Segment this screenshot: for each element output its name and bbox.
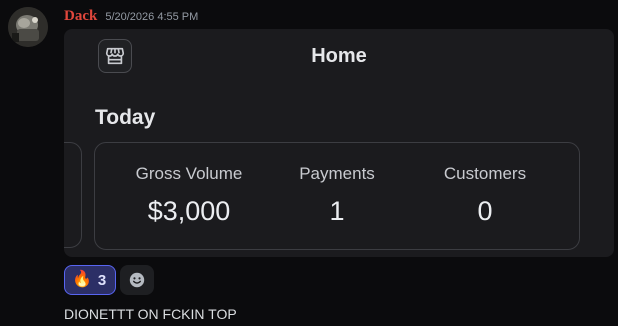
chat-message: Dack 5/20/2026 4:55 PM Home Today Gross … bbox=[0, 0, 618, 326]
username[interactable]: Dack bbox=[64, 8, 97, 25]
embed-title: Home bbox=[64, 45, 614, 68]
avatar[interactable] bbox=[8, 7, 48, 47]
avatar-image bbox=[8, 7, 48, 47]
embed-title-text: Home bbox=[311, 45, 367, 67]
stat-value: 1 bbox=[329, 196, 345, 226]
message-header: Dack 5/20/2026 4:55 PM bbox=[64, 8, 198, 25]
stat-customers: Customers 0 bbox=[425, 164, 545, 227]
stat-value: 0 bbox=[477, 196, 493, 226]
stat-gross-volume: Gross Volume $3,000 bbox=[129, 164, 249, 227]
timestamp[interactable]: 5/20/2026 4:55 PM bbox=[105, 11, 198, 23]
add-reaction-button[interactable] bbox=[120, 265, 154, 295]
stat-label: Customers bbox=[443, 164, 527, 183]
previous-card-edge bbox=[64, 142, 82, 248]
stat-label: Gross Volume bbox=[135, 164, 243, 183]
dashboard-embed: Home Today Gross Volume $3,000 Payments … bbox=[64, 29, 614, 257]
stat-payments: Payments 1 bbox=[277, 164, 397, 227]
reactions-bar: 🔥 3 bbox=[64, 265, 154, 295]
smiley-icon bbox=[129, 272, 145, 288]
section-heading: Today bbox=[95, 106, 156, 129]
fire-emoji-icon: 🔥 bbox=[72, 271, 92, 288]
reaction-fire[interactable]: 🔥 3 bbox=[64, 265, 116, 295]
message-text: DIONETTT ON FCKIN TOP bbox=[64, 306, 237, 322]
stat-value: $3,000 bbox=[147, 196, 231, 226]
stats-card: Gross Volume $3,000 Payments 1 Customers… bbox=[94, 142, 580, 250]
stat-label: Payments bbox=[299, 164, 375, 183]
reaction-count: 3 bbox=[97, 271, 107, 289]
